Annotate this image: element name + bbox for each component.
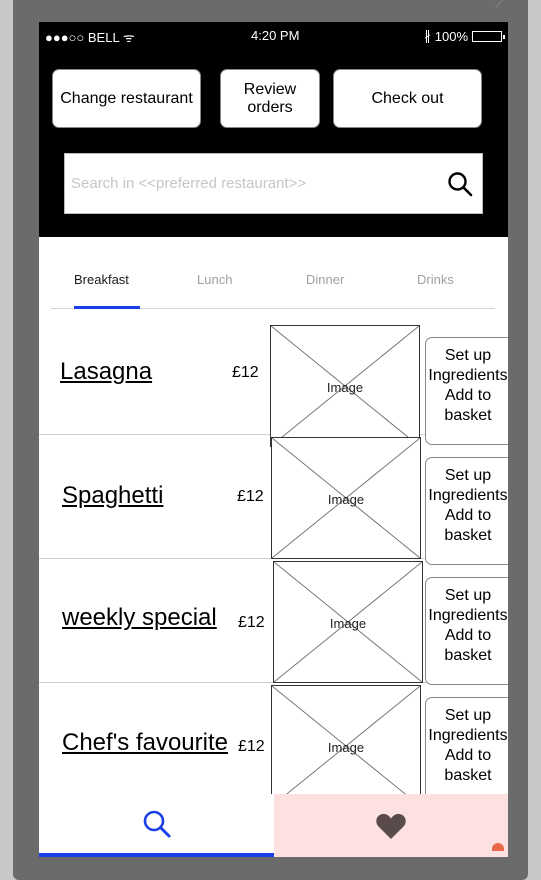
menu-item-row: Spaghetti £12 Image Set up Ingredients A… bbox=[39, 435, 508, 565]
carrier-label: ●●●○○ BELL ᯤ bbox=[45, 30, 135, 45]
image-label: Image bbox=[327, 740, 365, 755]
tab-drinks[interactable]: Drinks bbox=[417, 272, 454, 287]
dish-name[interactable]: Spaghetti bbox=[62, 482, 163, 510]
corner-badge-icon bbox=[492, 843, 504, 851]
battery-indicator: ∦ 100% bbox=[424, 28, 505, 44]
menu-item-row: Chef's favourite £12 Image Set up Ingred… bbox=[39, 683, 508, 807]
tab-dinner[interactable]: Dinner bbox=[306, 272, 344, 287]
category-tabs: Breakfast Lunch Dinner Drinks bbox=[51, 237, 495, 309]
setup-add-to-basket-button[interactable]: Set up Ingredients Add to basket bbox=[425, 457, 508, 565]
dish-name[interactable]: Lasagna bbox=[60, 358, 152, 386]
bluetooth-icon: ∦ bbox=[424, 28, 431, 43]
search-icon bbox=[143, 810, 170, 838]
search-icon[interactable] bbox=[446, 170, 474, 198]
change-restaurant-button[interactable]: Change restaurant bbox=[52, 69, 201, 128]
bottom-navigation bbox=[39, 794, 508, 857]
status-bar: ●●●○○ BELL ᯤ 4:20 PM ∦ 100% bbox=[45, 28, 505, 45]
dish-price: £12 bbox=[238, 738, 265, 755]
phone-screen: ●●●○○ BELL ᯤ 4:20 PM ∦ 100% Change resta… bbox=[39, 22, 508, 857]
dish-name[interactable]: Chef's favourite bbox=[62, 729, 228, 757]
dish-image-placeholder: Image bbox=[270, 325, 420, 447]
nav-search-tab[interactable] bbox=[39, 794, 274, 854]
menu-item-row: Lasagna £12 Image Set up Ingredients Add… bbox=[39, 311, 508, 447]
corner-mark-icon: ⟋ bbox=[495, 0, 507, 11]
setup-add-to-basket-button[interactable]: Set up Ingredients Add to basket bbox=[425, 577, 508, 685]
review-orders-button[interactable]: Review orders bbox=[220, 69, 320, 128]
wifi-icon: ᯤ bbox=[122, 30, 135, 45]
dish-price: £12 bbox=[237, 488, 264, 505]
dish-image-placeholder: Image bbox=[273, 561, 423, 683]
setup-add-to-basket-button[interactable]: Set up Ingredients Add to basket bbox=[425, 697, 508, 805]
dish-price: £12 bbox=[238, 614, 265, 631]
dish-name[interactable]: weekly special bbox=[62, 604, 217, 632]
search-input[interactable] bbox=[71, 154, 431, 213]
dish-price: £12 bbox=[232, 364, 259, 381]
active-tab-indicator bbox=[74, 306, 140, 309]
nav-favorites-tab[interactable] bbox=[274, 794, 508, 857]
header-bar: ●●●○○ BELL ᯤ 4:20 PM ∦ 100% Change resta… bbox=[39, 22, 508, 237]
app-frame: ⟋ ●●●○○ BELL ᯤ 4:20 PM ∦ 100% Change res… bbox=[0, 0, 541, 880]
search-box bbox=[64, 153, 483, 214]
image-label: Image bbox=[326, 380, 364, 395]
dish-image-placeholder: Image bbox=[271, 437, 421, 559]
clock: 4:20 PM bbox=[251, 28, 300, 43]
menu-item-row: weekly special £12 Image Set up Ingredie… bbox=[39, 559, 508, 685]
battery-percent: 100% bbox=[434, 28, 468, 44]
image-label: Image bbox=[327, 492, 365, 507]
dish-image-placeholder: Image bbox=[271, 685, 421, 807]
tab-breakfast[interactable]: Breakfast bbox=[74, 272, 129, 287]
image-label: Image bbox=[329, 616, 367, 631]
heart-icon bbox=[376, 813, 406, 839]
battery-icon bbox=[472, 30, 505, 42]
active-nav-indicator bbox=[39, 853, 274, 857]
check-out-button[interactable]: Check out bbox=[333, 69, 482, 128]
tab-lunch[interactable]: Lunch bbox=[197, 272, 232, 287]
setup-add-to-basket-button[interactable]: Set up Ingredients Add to basket bbox=[425, 337, 508, 445]
